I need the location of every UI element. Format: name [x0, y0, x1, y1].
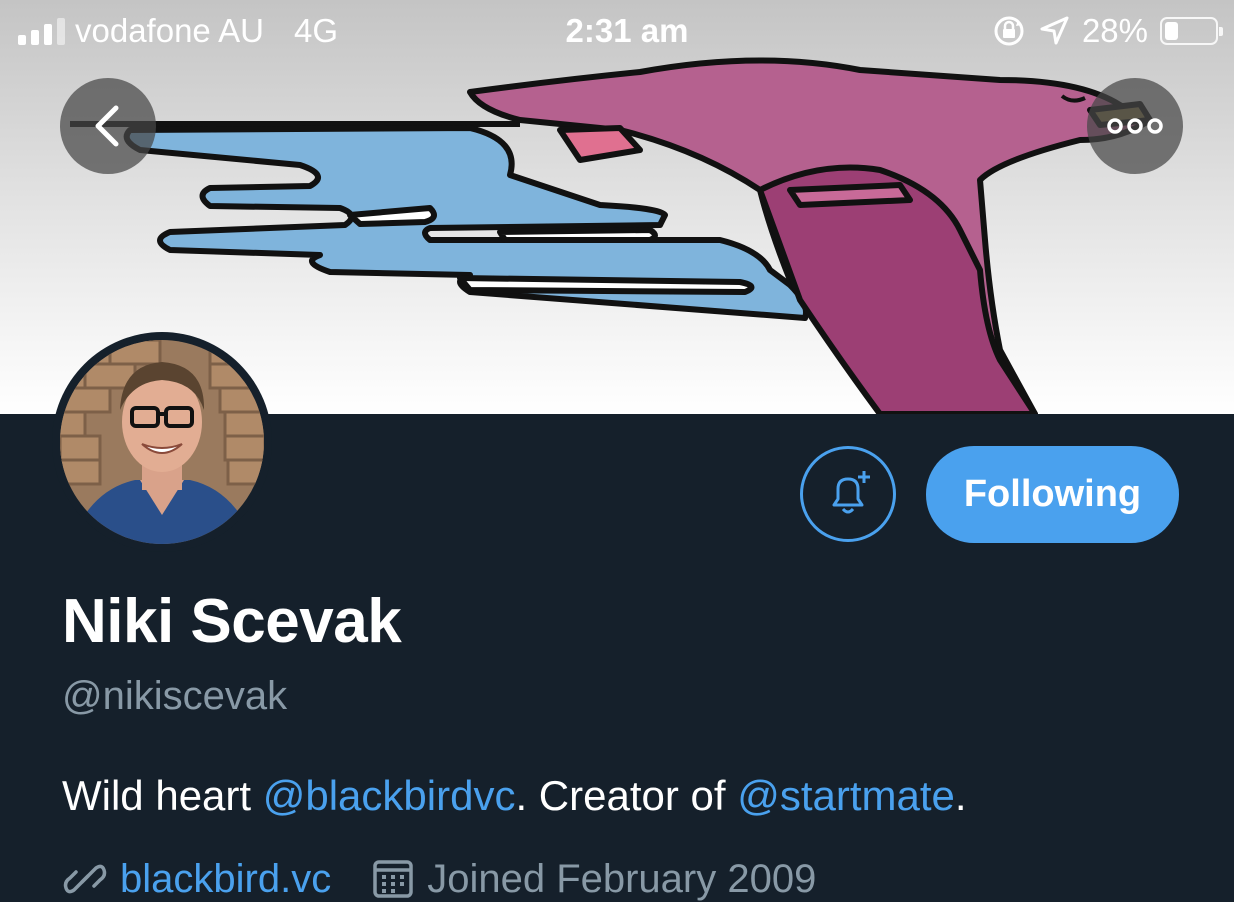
profile-bio: Wild heart @blackbirdvc. Creator of @sta… — [62, 772, 967, 820]
following-button[interactable]: Following — [926, 446, 1179, 543]
bio-text: Wild heart — [62, 772, 263, 819]
orientation-lock-icon — [994, 16, 1024, 46]
calendar-icon — [373, 860, 413, 898]
bio-text: . Creator of — [515, 772, 738, 819]
more-options-button[interactable] — [1087, 78, 1183, 174]
profile-avatar[interactable] — [52, 332, 272, 552]
user-handle: @nikiscevak — [62, 674, 288, 718]
back-button[interactable] — [60, 78, 156, 174]
bio-text: . — [954, 772, 967, 819]
avatar-photo — [60, 340, 264, 544]
chevron-left-icon — [95, 105, 119, 147]
battery-icon — [1160, 17, 1223, 45]
location-arrow-icon — [1040, 16, 1069, 45]
bio-mention-startmate[interactable]: @startmate — [737, 772, 955, 819]
link-icon — [63, 864, 107, 894]
more-dots-icon — [1107, 118, 1163, 134]
notifications-button[interactable] — [800, 446, 896, 542]
display-name: Niki Scevak — [62, 587, 402, 656]
profile-meta: blackbird.vc Joined February 2009 — [62, 856, 816, 902]
following-label: Following — [963, 473, 1142, 515]
battery-percent: 28% — [1081, 12, 1148, 49]
bell-plus-icon — [832, 471, 870, 514]
bio-mention-blackbirdvc[interactable]: @blackbirdvc — [263, 772, 516, 819]
website-link[interactable]: blackbird.vc — [120, 857, 331, 902]
status-bar: vodafone AU 4G 2:31 am 28% — [0, 0, 1234, 64]
joined-date: Joined February 2009 — [427, 856, 817, 901]
